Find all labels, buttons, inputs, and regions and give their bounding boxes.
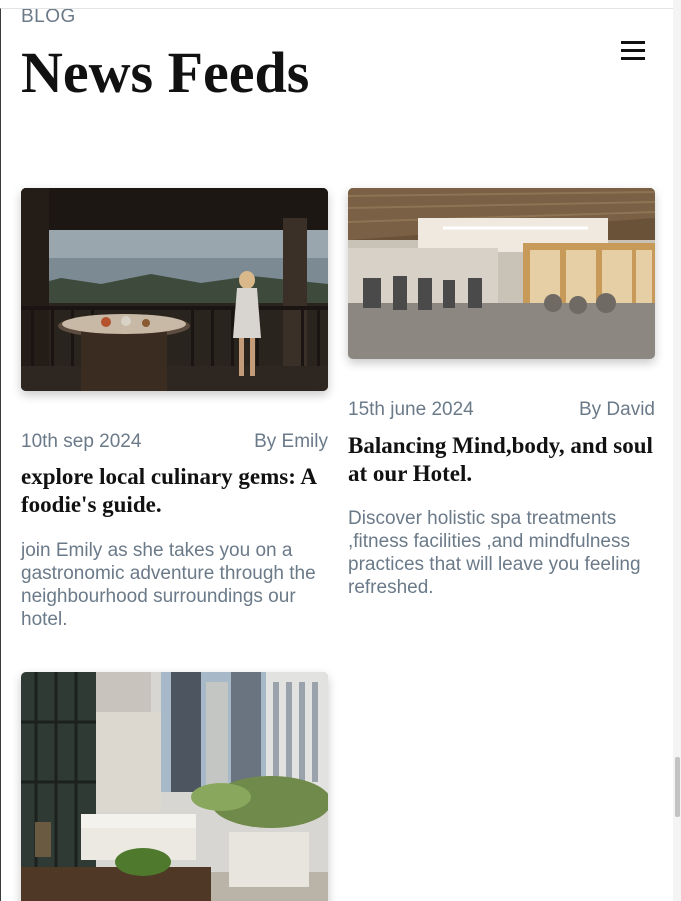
terrace-photo	[21, 672, 328, 901]
blog-card[interactable]	[21, 672, 328, 901]
post-author[interactable]: By David	[579, 399, 655, 421]
blog-card-image[interactable]	[21, 672, 328, 901]
post-description: Discover holistic spa treatments ,fitnes…	[348, 508, 641, 598]
page-frame: BLOG News Feeds 10th sep 2024 By Emily e…	[0, 8, 673, 901]
gym-photo	[348, 188, 655, 359]
post-author[interactable]: By Emily	[254, 431, 328, 453]
page-title: News Feeds	[21, 40, 310, 105]
blog-card[interactable]: 15th june 2024 By David Balancing Mind,b…	[348, 188, 655, 598]
blog-card[interactable]: 10th sep 2024 By Emily explore local cul…	[21, 188, 328, 630]
post-date: 10th sep 2024	[21, 431, 142, 452]
hamburger-menu-icon[interactable]	[621, 39, 647, 61]
balcony-photo	[21, 188, 328, 391]
section-eyebrow: BLOG	[21, 8, 76, 27]
scrollbar-thumb[interactable]	[675, 757, 680, 817]
post-title[interactable]: Balancing Mind,body, and soul at our Hot…	[348, 432, 655, 488]
post-title[interactable]: explore local culinary gems: A foodie's …	[21, 463, 328, 519]
post-description: join Emily as she takes you on a gastron…	[21, 540, 316, 630]
blog-card-image[interactable]	[348, 188, 655, 359]
blog-card-image[interactable]	[21, 188, 328, 391]
post-date: 15th june 2024	[348, 399, 474, 420]
